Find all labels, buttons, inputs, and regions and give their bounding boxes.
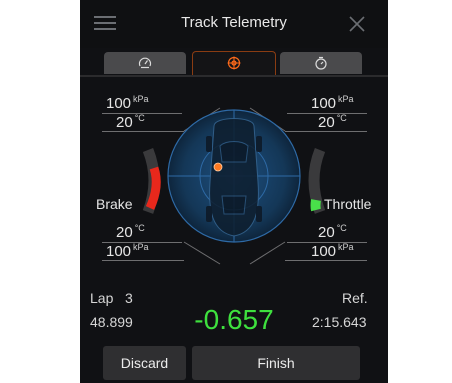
throttle-gauge [308,147,326,214]
car-topview [206,118,262,237]
brake-gauge [142,147,161,214]
finish-button[interactable]: Finish [192,346,360,380]
discard-button[interactable]: Discard [103,346,186,380]
g-force-gauge-graphic [142,107,326,265]
app-screen: Track Telemetry 100 kPa 20 °C 100 kPa 20… [80,0,388,383]
reference-time: 2:15.643 [312,314,367,330]
reference-label: Ref. [342,290,368,306]
brake-label: Brake [96,196,133,212]
throttle-label: Throttle [324,196,372,212]
g-force-dot [213,162,223,172]
